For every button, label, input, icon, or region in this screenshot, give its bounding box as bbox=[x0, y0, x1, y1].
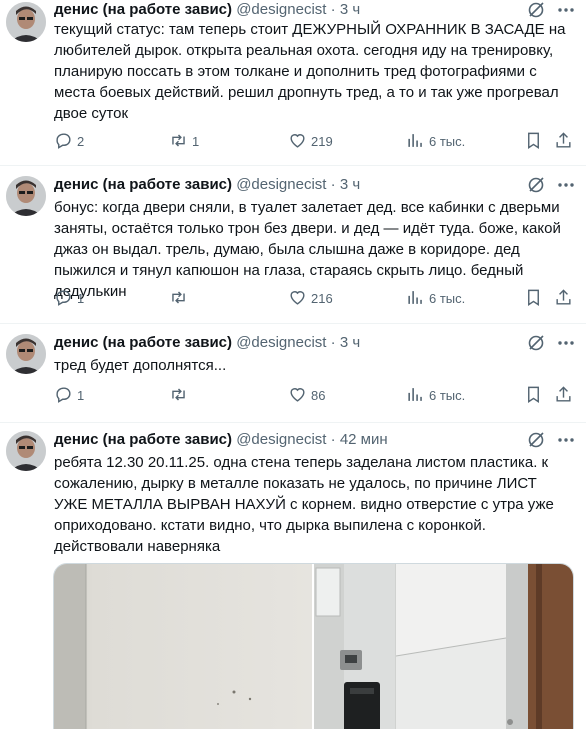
retweet-icon bbox=[169, 131, 188, 153]
reply-icon bbox=[54, 385, 73, 407]
retweet-button[interactable]: 1 bbox=[169, 132, 199, 152]
author-handle[interactable]: @designecist bbox=[236, 1, 326, 18]
more-icon[interactable] bbox=[557, 335, 575, 351]
tweet-text: бонус: когда двери сняли, в туалет залет… bbox=[54, 199, 561, 300]
tweet-1[interactable]: денис (на работе завис) @designecist · 3… bbox=[0, 0, 586, 166]
share-button[interactable] bbox=[554, 132, 573, 152]
bookmark-button[interactable] bbox=[524, 386, 543, 406]
views-count: 6 тыс. bbox=[429, 291, 466, 306]
tweet-actions: 1 216 6 тыс. bbox=[54, 289, 574, 309]
views-button[interactable]: 6 тыс. bbox=[406, 289, 465, 309]
tweet-header: денис (на работе завис) @designecist · 3… bbox=[54, 333, 360, 353]
author-handle[interactable]: @designecist bbox=[236, 334, 326, 351]
reply-button[interactable]: 1 bbox=[54, 289, 84, 309]
tweet-3[interactable]: денис (на работе завис) @designecist · 3… bbox=[0, 324, 586, 423]
bookmark-button[interactable] bbox=[524, 132, 543, 152]
views-button[interactable]: 6 тыс. bbox=[406, 386, 465, 406]
tweet-media[interactable] bbox=[53, 563, 574, 729]
retweet-icon bbox=[169, 385, 188, 407]
separator: · bbox=[330, 1, 336, 18]
separator: · bbox=[330, 431, 336, 448]
tweet-actions: 1 86 6 тыс. bbox=[54, 386, 574, 406]
author-handle[interactable]: @designecist bbox=[236, 431, 326, 448]
timestamp[interactable]: 3 ч bbox=[340, 334, 360, 351]
views-count: 6 тыс. bbox=[429, 388, 466, 403]
grok-icon[interactable] bbox=[527, 431, 545, 449]
reply-count: 1 bbox=[77, 291, 85, 306]
heart-icon bbox=[288, 131, 307, 153]
bookmark-button[interactable] bbox=[524, 289, 543, 309]
retweet-button[interactable] bbox=[169, 289, 192, 309]
more-icon[interactable] bbox=[557, 432, 575, 448]
reply-button[interactable]: 1 bbox=[54, 386, 84, 406]
grok-icon[interactable] bbox=[527, 176, 545, 194]
tweet-2[interactable]: денис (на работе завис) @designecist · 3… bbox=[0, 166, 586, 324]
retweet-icon bbox=[169, 288, 188, 310]
more-icon[interactable] bbox=[557, 2, 575, 18]
bookmark-icon bbox=[524, 385, 543, 407]
tweet-header: денис (на работе завис) @designecist · 4… bbox=[54, 430, 388, 450]
avatar[interactable] bbox=[6, 176, 46, 216]
heart-icon bbox=[288, 288, 307, 310]
tweet-text: текущий статус: там теперь стоит ДЕЖУРНЫ… bbox=[54, 21, 566, 122]
share-icon bbox=[554, 385, 573, 407]
reply-count: 2 bbox=[77, 134, 85, 149]
like-count: 216 bbox=[311, 291, 333, 306]
reply-button[interactable]: 2 bbox=[54, 132, 84, 152]
author-handle[interactable]: @designecist bbox=[236, 176, 326, 193]
timestamp[interactable]: 42 мин bbox=[340, 431, 388, 448]
views-icon bbox=[406, 288, 425, 310]
like-count: 86 bbox=[311, 388, 326, 403]
heart-icon bbox=[288, 385, 307, 407]
author-name[interactable]: денис (на работе завис) bbox=[54, 334, 232, 351]
grok-icon[interactable] bbox=[527, 1, 545, 19]
views-icon bbox=[406, 131, 425, 153]
like-button[interactable]: 216 bbox=[288, 289, 333, 309]
tweet-header: денис (на работе завис) @designecist · 3… bbox=[54, 0, 360, 20]
share-button[interactable] bbox=[554, 289, 573, 309]
more-icon[interactable] bbox=[557, 177, 575, 193]
reply-icon bbox=[54, 131, 73, 153]
bookmark-icon bbox=[524, 288, 543, 310]
separator: · bbox=[330, 176, 336, 193]
share-icon bbox=[554, 288, 573, 310]
avatar[interactable] bbox=[6, 431, 46, 471]
author-name[interactable]: денис (на работе завис) bbox=[54, 176, 232, 193]
reply-icon bbox=[54, 288, 73, 310]
tweet-actions: 2 1 219 6 тыс. bbox=[54, 132, 574, 152]
like-button[interactable]: 219 bbox=[288, 132, 333, 152]
tweet-text: ребята 12.30 20.11.25. одна стена теперь… bbox=[54, 454, 554, 555]
photo-stall[interactable] bbox=[314, 564, 573, 729]
author-name[interactable]: денис (на работе завис) bbox=[54, 431, 232, 448]
separator: · bbox=[330, 334, 336, 351]
reply-count: 1 bbox=[77, 388, 85, 403]
share-button[interactable] bbox=[554, 386, 573, 406]
avatar[interactable] bbox=[6, 334, 46, 374]
timestamp[interactable]: 3 ч bbox=[340, 176, 360, 193]
share-icon bbox=[554, 131, 573, 153]
retweet-count: 1 bbox=[192, 134, 200, 149]
bookmark-icon bbox=[524, 131, 543, 153]
like-button[interactable]: 86 bbox=[288, 386, 325, 406]
timestamp[interactable]: 3 ч bbox=[340, 1, 360, 18]
views-icon bbox=[406, 385, 425, 407]
views-count: 6 тыс. bbox=[429, 134, 466, 149]
tweet-text: тред будет дополнятся... bbox=[54, 357, 227, 374]
avatar[interactable] bbox=[6, 2, 46, 42]
photo-wall[interactable] bbox=[54, 564, 312, 729]
author-name[interactable]: денис (на работе завис) bbox=[54, 1, 232, 18]
views-button[interactable]: 6 тыс. bbox=[406, 132, 465, 152]
grok-icon[interactable] bbox=[527, 334, 545, 352]
like-count: 219 bbox=[311, 134, 333, 149]
tweet-header: денис (на работе завис) @designecist · 3… bbox=[54, 175, 360, 195]
retweet-button[interactable] bbox=[169, 386, 192, 406]
